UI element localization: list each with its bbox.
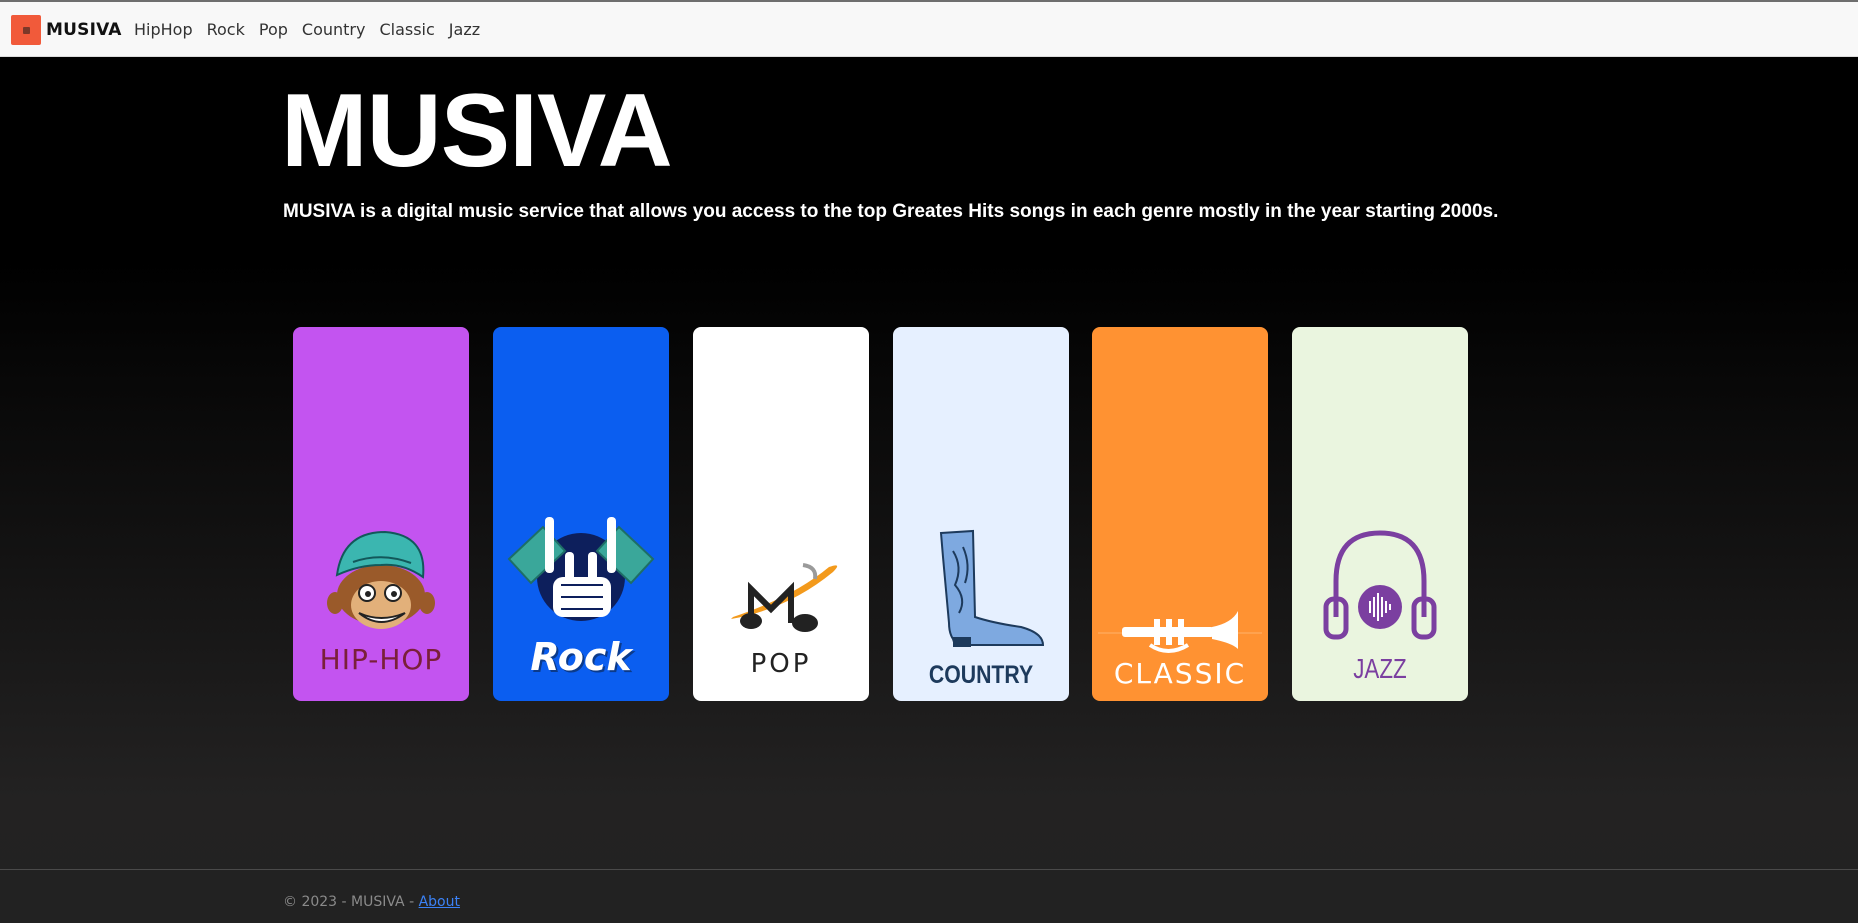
genre-card-label: Rock <box>530 635 632 679</box>
footer-about-link[interactable]: About <box>419 894 460 910</box>
footer: © 2023 - MUSIVA - About <box>0 869 1858 923</box>
genre-card-label: CLASSIC <box>1113 657 1247 690</box>
music-note-m-icon <box>731 563 838 632</box>
cowboy-boot-icon <box>939 529 1045 647</box>
page-description: MUSIVA is a digital music service that a… <box>283 201 1499 222</box>
genre-card-jazz[interactable]: JAZZ <box>1292 327 1468 701</box>
nav-link-country[interactable]: Country <box>302 19 366 41</box>
nav-link-jazz[interactable]: Jazz <box>449 19 480 41</box>
genre-card-label: HIP-HOP <box>319 643 443 676</box>
nav-links: HipHop Rock Pop Country Classic Jazz <box>134 19 494 41</box>
nav-link-classic[interactable]: Classic <box>379 19 434 41</box>
genre-card-pop[interactable]: POP <box>693 327 869 701</box>
headphones-icon <box>1323 530 1437 640</box>
brand-link[interactable]: MUSIVA <box>11 14 122 46</box>
genre-card-country[interactable]: COUNTRY <box>893 327 1069 701</box>
page-title: MUSIVA <box>281 73 673 189</box>
genre-card-hiphop[interactable]: HIP-HOP <box>293 327 469 701</box>
genre-card-rock[interactable]: Rock <box>493 327 669 701</box>
genre-card-label: JAZZ <box>1353 653 1407 684</box>
trumpet-icon <box>1098 611 1262 653</box>
genre-card-label: COUNTRY <box>928 661 1034 689</box>
brand-logo-icon <box>11 15 41 45</box>
brand-name: MUSIVA <box>46 20 122 40</box>
genre-card-classic[interactable]: CLASSIC <box>1092 327 1268 701</box>
nav-link-pop[interactable]: Pop <box>259 19 288 41</box>
nav-link-rock[interactable]: Rock <box>207 19 245 41</box>
footer-copyright: © 2023 - MUSIVA - <box>283 894 419 910</box>
footer-text: © 2023 - MUSIVA - About <box>283 894 460 910</box>
genre-card-label: POP <box>750 649 812 679</box>
nav-link-hiphop[interactable]: HipHop <box>134 19 193 41</box>
navbar: MUSIVA HipHop Rock Pop Country Classic J… <box>0 2 1858 57</box>
